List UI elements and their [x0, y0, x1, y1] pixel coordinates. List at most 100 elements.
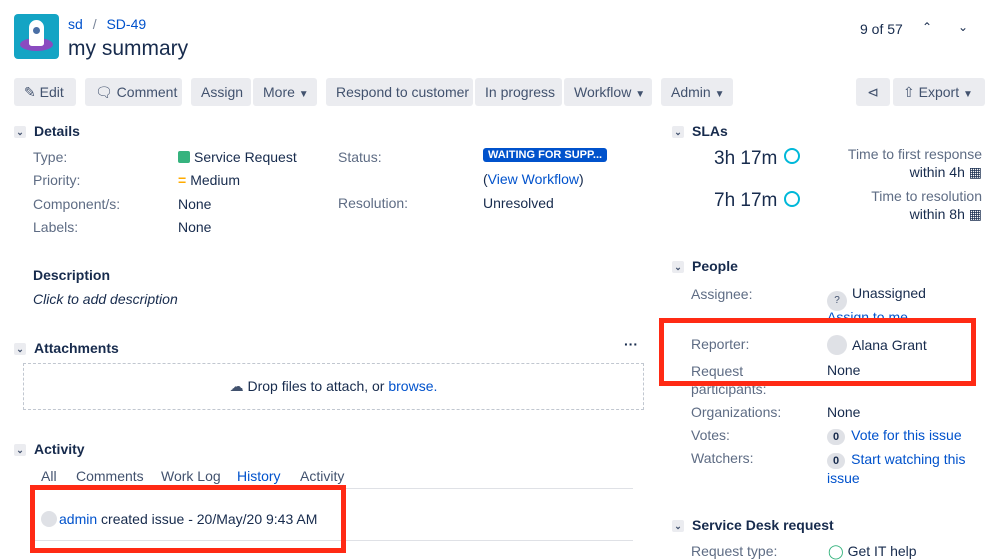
project-avatar: [14, 14, 59, 59]
upload-cloud-icon: ☁: [229, 378, 244, 394]
labels-label: Labels:: [33, 219, 79, 235]
breadcrumb-project[interactable]: sd: [68, 16, 83, 32]
export-button[interactable]: ⇧ Export ▼: [893, 78, 985, 106]
status-badge[interactable]: WAITING FOR SUPP...: [483, 148, 608, 162]
chevron-icon: ⌄: [672, 520, 684, 532]
respond-to-customer-button[interactable]: Respond to customer: [326, 78, 473, 106]
attachments-more-icon[interactable]: ···: [624, 336, 638, 352]
type-value[interactable]: Service Request: [178, 149, 297, 165]
chevron-icon: ⌄: [672, 126, 684, 138]
assignee-label: Assignee:: [691, 286, 753, 302]
view-workflow-link[interactable]: View Workflow: [488, 171, 579, 187]
watch-link[interactable]: Start watching this issue: [827, 451, 966, 486]
breadcrumb: sd / SD-49: [68, 16, 147, 32]
edit-label: Edit: [39, 84, 64, 100]
browse-link[interactable]: browse.: [388, 378, 437, 394]
highlight-box: [659, 318, 976, 386]
priority-medium-icon: =: [178, 172, 187, 188]
next-issue-icon[interactable]: ⌄: [958, 20, 968, 34]
votes-count: 0: [827, 429, 846, 445]
description-heading: Description: [33, 267, 111, 283]
chevron-icon: ⌄: [672, 261, 684, 273]
admin-button[interactable]: Admin ▼: [661, 78, 733, 106]
export-icon: ⇧: [903, 84, 915, 100]
sla-time: 3h 17m: [714, 148, 778, 169]
workflow-button[interactable]: Workflow ▼: [564, 78, 652, 106]
in-progress-button[interactable]: In progress: [475, 78, 562, 106]
description-field[interactable]: Click to add description: [33, 291, 178, 307]
status-label: Status:: [338, 149, 382, 165]
tab-activity[interactable]: Activity: [300, 468, 344, 484]
assign-to-me-link[interactable]: Assign to me: [827, 309, 908, 318]
tab-work-log[interactable]: Work Log: [161, 468, 221, 484]
components-label: Component/s:: [33, 196, 121, 212]
activity-heading[interactable]: ⌄ Activity: [14, 441, 85, 457]
organizations-value[interactable]: None: [827, 404, 860, 420]
tab-comments[interactable]: Comments: [76, 468, 144, 484]
assignee-value[interactable]: ? Unassigned: [827, 285, 926, 311]
assign-button[interactable]: Assign: [191, 78, 251, 106]
comment-button[interactable]: 🗨︎ Comment: [85, 78, 182, 106]
slas-heading[interactable]: ⌄ SLAs: [672, 123, 728, 139]
components-value[interactable]: None: [178, 196, 211, 212]
unassigned-avatar-icon: ?: [827, 291, 847, 311]
attachments-heading[interactable]: ⌄ Attachments: [14, 340, 119, 356]
share-icon: ⊲: [867, 84, 879, 100]
sla-goal: within 8h ▦: [909, 206, 982, 222]
service-desk-request-heading[interactable]: ⌄ Service Desk request: [672, 517, 834, 533]
chevron-down-icon: ▼: [714, 89, 725, 100]
attachment-dropzone[interactable]: ☁ Drop files to attach, or browse.: [23, 363, 644, 410]
calendar-icon: ▦: [968, 164, 982, 180]
labels-value[interactable]: None: [178, 219, 211, 235]
help-chat-icon: ◯: [828, 543, 844, 559]
workflow-label: Workflow: [574, 84, 632, 100]
chevron-icon: ⌄: [14, 444, 26, 456]
sla-name: Time to resolution: [871, 188, 982, 204]
clock-icon: [784, 148, 800, 164]
breadcrumb-issue[interactable]: SD-49: [106, 16, 146, 32]
vote-link[interactable]: Vote for this issue: [851, 427, 962, 443]
sla-goal: within 4h ▦: [909, 164, 982, 180]
organizations-label: Organizations:: [691, 404, 782, 420]
chevron-icon: ⌄: [14, 126, 26, 138]
chevron-icon: ⌄: [14, 343, 26, 355]
watchers-value: 0 Start watching this issue: [827, 450, 972, 487]
comment-icon: 🗨︎: [95, 84, 113, 100]
more-button[interactable]: More ▼: [253, 78, 317, 106]
people-heading[interactable]: ⌄ People: [672, 258, 738, 274]
tab-all[interactable]: All: [41, 468, 57, 484]
dropzone-text: Drop files to attach, or: [247, 378, 389, 394]
resolution-label: Resolution:: [338, 195, 409, 211]
chevron-down-icon: ▼: [962, 89, 973, 100]
chevron-down-icon: ▼: [298, 89, 309, 100]
tab-history[interactable]: History: [237, 468, 281, 484]
watchers-count: 0: [827, 453, 846, 469]
watchers-label: Watchers:: [691, 450, 754, 466]
share-button[interactable]: ⊲: [856, 78, 890, 106]
edit-button[interactable]: ✎ Edit: [14, 78, 76, 106]
calendar-icon: ▦: [968, 206, 982, 222]
more-label: More: [263, 84, 295, 100]
previous-issue-icon[interactable]: ⌃: [922, 20, 932, 34]
votes-value: 0 Vote for this issue: [827, 427, 962, 445]
priority-value[interactable]: = Medium: [178, 172, 240, 188]
service-request-icon: [178, 151, 190, 163]
clock-icon: [784, 191, 800, 207]
page-title[interactable]: my summary: [68, 37, 188, 61]
sla-time: 7h 17m: [714, 190, 778, 211]
resolution-value: Unresolved: [483, 195, 554, 211]
request-type-value[interactable]: ◯ Get IT help: [828, 543, 917, 560]
request-type-label: Request type:: [691, 543, 778, 559]
details-heading[interactable]: ⌄ Details: [14, 123, 80, 139]
export-label: Export: [918, 84, 960, 100]
votes-label: Votes:: [691, 427, 730, 443]
sla-name: Time to first response: [847, 146, 982, 162]
highlight-box: [30, 485, 346, 553]
comment-label: Comment: [116, 84, 178, 100]
priority-label: Priority:: [33, 172, 81, 188]
chevron-down-icon: ▼: [635, 89, 646, 100]
type-label: Type:: [33, 149, 68, 165]
admin-label: Admin: [671, 84, 711, 100]
view-workflow: (View Workflow): [483, 171, 584, 187]
pencil-icon: ✎: [24, 84, 36, 100]
